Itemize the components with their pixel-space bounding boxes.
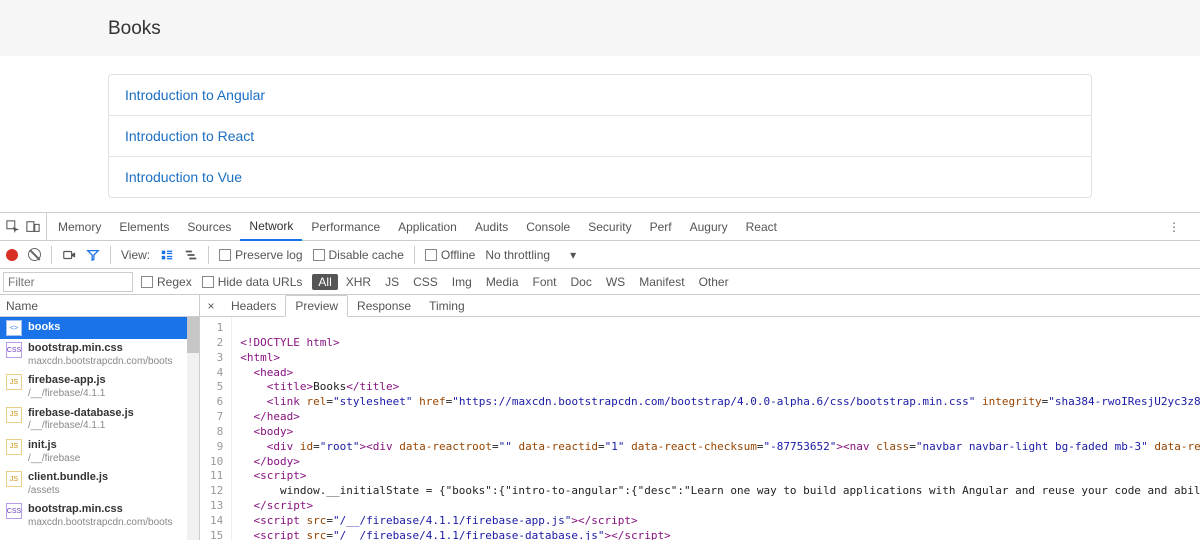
request-name: init.js/__/firebase bbox=[28, 439, 80, 465]
clear-button[interactable] bbox=[28, 248, 41, 261]
request-row[interactable]: CSS bootstrap.min.cssmaxcdn.bootstrapcdn.… bbox=[0, 339, 199, 371]
devtools-menu-icon[interactable]: ⋮ bbox=[1168, 220, 1194, 234]
filter-type-all[interactable]: All bbox=[312, 274, 337, 290]
devtools-tab-perf[interactable]: Perf bbox=[641, 213, 681, 241]
js-file-icon: JS bbox=[6, 439, 22, 455]
record-button[interactable] bbox=[6, 249, 18, 261]
view-label: View: bbox=[121, 248, 150, 262]
devtools-panel: MemoryElementsSourcesNetworkPerformanceA… bbox=[0, 212, 1200, 540]
request-row[interactable]: CSS bootstrap.min.cssmaxcdn.bootstrapcdn.… bbox=[0, 500, 199, 532]
devtools-tab-audits[interactable]: Audits bbox=[466, 213, 517, 241]
detail-tab-preview[interactable]: Preview bbox=[285, 295, 348, 317]
network-split-view: Name <> books CSS bootstrap.min.cssmaxcdn.b… bbox=[0, 295, 1200, 540]
request-row[interactable]: <> books bbox=[0, 317, 199, 339]
css-file-icon: CSS bbox=[6, 342, 22, 358]
filter-toggle-icon[interactable] bbox=[86, 248, 100, 262]
devtools-tab-security[interactable]: Security bbox=[579, 213, 640, 241]
devtools-tab-console[interactable]: Console bbox=[517, 213, 579, 241]
request-name: firebase-database.js/__/firebase/4.1.1 bbox=[28, 407, 134, 433]
filter-type-doc[interactable]: Doc bbox=[565, 274, 598, 290]
request-name: bootstrap.min.cssmaxcdn.bootstrapcdn.com… bbox=[28, 342, 173, 368]
request-name: books bbox=[28, 321, 60, 335]
disable-cache-checkbox[interactable]: Disable cache bbox=[313, 248, 404, 262]
filter-input[interactable] bbox=[3, 272, 133, 292]
line-gutter: 12345678910111213141516171819 bbox=[200, 317, 232, 540]
devtools-tab-augury[interactable]: Augury bbox=[681, 213, 737, 241]
request-list[interactable]: <> books CSS bootstrap.min.cssmaxcdn.bootst… bbox=[0, 317, 199, 540]
request-name: firebase-app.js/__/firebase/4.1.1 bbox=[28, 374, 106, 400]
detail-tab-headers[interactable]: Headers bbox=[222, 295, 285, 317]
chevron-down-icon: ▾ bbox=[570, 248, 576, 262]
devtools-tab-memory[interactable]: Memory bbox=[49, 213, 110, 241]
request-row[interactable]: JS init.js/__/firebase bbox=[0, 436, 199, 468]
js-file-icon: JS bbox=[6, 374, 22, 390]
filter-type-js[interactable]: JS bbox=[379, 274, 405, 290]
request-detail-panel: × HeadersPreviewResponseTiming 123456789… bbox=[200, 295, 1200, 540]
regex-checkbox[interactable]: Regex bbox=[141, 275, 192, 289]
hide-data-urls-checkbox[interactable]: Hide data URLs bbox=[202, 275, 303, 289]
page-content: Introduction to Angular Introduction to … bbox=[0, 56, 1200, 198]
request-name: client.bundle.js/assets bbox=[28, 471, 108, 497]
book-list-item[interactable]: Introduction to Vue bbox=[109, 157, 1091, 197]
filter-type-font[interactable]: Font bbox=[527, 274, 563, 290]
devtools-tabbar: MemoryElementsSourcesNetworkPerformanceA… bbox=[0, 213, 1200, 241]
devtools-tab-performance[interactable]: Performance bbox=[302, 213, 389, 241]
network-filter-bar: Regex Hide data URLs AllXHRJSCSSImgMedia… bbox=[0, 269, 1200, 295]
css-file-icon: CSS bbox=[6, 503, 22, 519]
page-header: Books bbox=[0, 0, 1200, 56]
filter-type-css[interactable]: CSS bbox=[407, 274, 444, 290]
code-body[interactable]: <!DOCTYLE html> <html> <head> <title>Boo… bbox=[232, 317, 1200, 540]
filter-type-img[interactable]: Img bbox=[446, 274, 478, 290]
camera-icon[interactable] bbox=[62, 248, 76, 262]
preserve-log-checkbox[interactable]: Preserve log bbox=[219, 248, 302, 262]
devtools-tab-sources[interactable]: Sources bbox=[178, 213, 240, 241]
detail-tab-response[interactable]: Response bbox=[348, 295, 420, 317]
filter-type-media[interactable]: Media bbox=[480, 274, 525, 290]
filter-type-manifest[interactable]: Manifest bbox=[633, 274, 690, 290]
devtools-tab-react[interactable]: React bbox=[737, 213, 786, 241]
js-file-icon: JS bbox=[6, 407, 22, 423]
large-rows-icon[interactable] bbox=[160, 248, 174, 262]
device-toolbar-icon[interactable] bbox=[26, 220, 40, 234]
js-file-icon: JS bbox=[6, 471, 22, 487]
filter-type-xhr[interactable]: XHR bbox=[340, 274, 377, 290]
html-file-icon: <> bbox=[6, 320, 22, 336]
waterfall-icon[interactable] bbox=[184, 248, 198, 262]
request-row[interactable]: JS client.bundle.js/assets bbox=[0, 468, 199, 500]
request-row[interactable]: JS firebase-database.js/__/firebase/4.1.1 bbox=[0, 404, 199, 436]
name-column-header[interactable]: Name bbox=[0, 295, 199, 317]
filter-type-other[interactable]: Other bbox=[693, 274, 735, 290]
book-list-item[interactable]: Introduction to React bbox=[109, 116, 1091, 157]
page-title: Books bbox=[108, 18, 1200, 40]
scrollbar[interactable] bbox=[187, 317, 199, 540]
devtools-tab-network[interactable]: Network bbox=[240, 213, 302, 241]
request-name: bootstrap.min.cssmaxcdn.bootstrapcdn.com… bbox=[28, 503, 173, 529]
close-detail-button[interactable]: × bbox=[200, 299, 222, 313]
devtools-tab-elements[interactable]: Elements bbox=[110, 213, 178, 241]
book-list: Introduction to Angular Introduction to … bbox=[108, 74, 1092, 198]
detail-tab-timing[interactable]: Timing bbox=[420, 295, 474, 317]
detail-tab-bar: × HeadersPreviewResponseTiming bbox=[200, 295, 1200, 317]
request-row[interactable]: JS firebase-app.js/__/firebase/4.1.1 bbox=[0, 371, 199, 403]
filter-type-ws[interactable]: WS bbox=[600, 274, 631, 290]
throttling-select[interactable]: No throttling ▾ bbox=[485, 248, 576, 262]
offline-checkbox[interactable]: Offline bbox=[425, 248, 475, 262]
devtools-tab-application[interactable]: Application bbox=[389, 213, 466, 241]
response-preview[interactable]: 12345678910111213141516171819 <!DOCTYLE … bbox=[200, 317, 1200, 540]
network-toolbar: View: Preserve log Disable cache Offline… bbox=[0, 241, 1200, 269]
inspect-element-icon[interactable] bbox=[6, 220, 20, 234]
request-list-panel: Name <> books CSS bootstrap.min.cssmaxcdn.b… bbox=[0, 295, 200, 540]
book-list-item[interactable]: Introduction to Angular bbox=[109, 75, 1091, 116]
